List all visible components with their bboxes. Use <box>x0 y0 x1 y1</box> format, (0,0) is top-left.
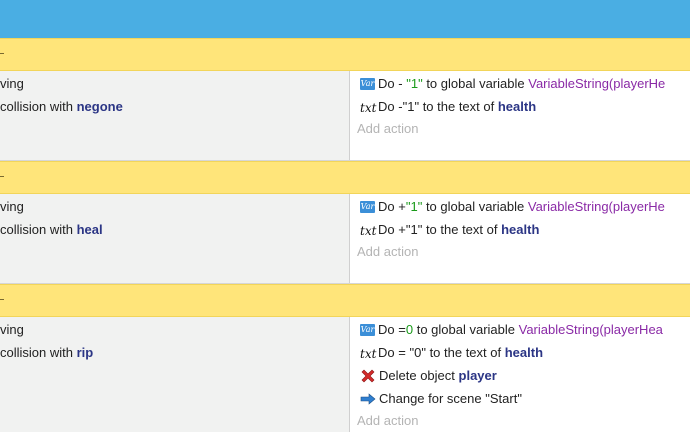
action-modify-text[interactable]: txt Do = "0" to the text of health <box>360 344 543 362</box>
top-toolbar <box>0 0 690 38</box>
text-icon: txt <box>360 346 377 361</box>
action-value: "1" <box>402 99 420 114</box>
action-value: "0" <box>409 345 426 360</box>
action-operator: = <box>398 345 406 360</box>
add-action-link[interactable]: Add action <box>357 120 418 138</box>
condition-text: ving <box>0 322 24 337</box>
variable-name: VariableString(playerHe <box>528 76 666 91</box>
action-object: health <box>504 345 544 360</box>
variable-name: VariableString(playerHe <box>527 199 665 214</box>
collapse-line <box>0 299 4 300</box>
variable-icon: Var <box>360 323 375 336</box>
actions-panel[interactable]: Var Do +"1" to global variable VariableSt… <box>351 194 690 283</box>
action-do: Do <box>378 99 395 114</box>
action-do: Do <box>378 76 395 91</box>
action-do: Do <box>378 322 395 337</box>
collision-object: heal <box>76 222 103 237</box>
action-delete-object[interactable]: Delete object player <box>360 367 497 385</box>
conditions-panel[interactable]: ving collision with heal <box>0 194 350 283</box>
action-value: "1" <box>405 199 423 214</box>
action-object: player <box>458 368 497 383</box>
variable-icon: Var <box>360 77 375 90</box>
action-text: to the text of <box>429 345 502 360</box>
collapse-line <box>0 53 4 54</box>
action-text: to global variable <box>416 322 515 337</box>
action-operator: - <box>398 76 403 91</box>
action-do: Do <box>378 222 395 237</box>
action-value: "1" <box>405 222 423 237</box>
action-text: to global variable <box>426 76 525 91</box>
condition-moving[interactable]: ving <box>0 198 24 216</box>
collapse-line <box>0 176 4 177</box>
action-change-scene[interactable]: Change for scene "Start" <box>360 390 522 408</box>
variable-icon: Var <box>360 200 375 213</box>
event-group-header[interactable] <box>0 284 690 317</box>
action-operator: + <box>398 222 406 237</box>
action-do: Do <box>378 345 395 360</box>
text-icon: txt <box>360 223 377 238</box>
action-text: Change for scene <box>379 391 482 406</box>
conditions-panel[interactable]: ving collision with rip <box>0 317 350 432</box>
actions-panel[interactable]: Var Do - "1" to global variable VariableS… <box>351 71 690 160</box>
condition-text: ving <box>0 199 24 214</box>
action-do: Do <box>378 199 395 214</box>
action-operator: + <box>398 199 406 214</box>
condition-text: ving <box>0 76 24 91</box>
action-text: to the text of <box>422 99 495 114</box>
condition-collision[interactable]: collision with rip <box>0 344 93 362</box>
action-modify-text[interactable]: txt Do -"1" to the text of health <box>360 98 536 116</box>
event-row[interactable]: ving collision with rip Var Do =0 to glob… <box>0 317 690 432</box>
action-object: health <box>497 99 537 114</box>
condition-text: collision with <box>0 345 73 360</box>
variable-name: VariableString(playerHea <box>518 322 663 337</box>
action-text: to the text of <box>425 222 498 237</box>
action-value: 0 <box>405 322 414 337</box>
delete-x-icon <box>360 368 376 386</box>
action-modify-variable[interactable]: Var Do +"1" to global variable VariableSt… <box>360 198 665 216</box>
arrow-right-icon <box>360 391 376 409</box>
event-row[interactable]: ving collision with heal Var Do +"1" to g… <box>0 194 690 284</box>
add-action-link[interactable]: Add action <box>357 412 418 430</box>
action-modify-text[interactable]: txt Do +"1" to the text of health <box>360 221 539 239</box>
action-text: to global variable <box>425 199 525 214</box>
action-object: health <box>501 222 540 237</box>
event-row[interactable]: ving collision with negone Var Do - "1" t… <box>0 71 690 161</box>
action-value: "1" <box>406 76 423 91</box>
add-action-link[interactable]: Add action <box>357 243 418 261</box>
action-operator: = <box>398 322 406 337</box>
event-group-header[interactable] <box>0 161 690 194</box>
condition-text: collision with <box>0 99 73 114</box>
action-modify-variable[interactable]: Var Do =0 to global variable VariableStri… <box>360 321 663 339</box>
conditions-panel[interactable]: ving collision with negone <box>0 71 350 160</box>
action-modify-variable[interactable]: Var Do - "1" to global variable VariableS… <box>360 75 665 93</box>
event-group-header[interactable] <box>0 38 690 71</box>
condition-text: collision with <box>0 222 73 237</box>
actions-panel[interactable]: Var Do =0 to global variable VariableStri… <box>351 317 690 432</box>
condition-collision[interactable]: collision with heal <box>0 221 103 239</box>
collision-object: rip <box>76 345 94 360</box>
condition-moving[interactable]: ving <box>0 75 24 93</box>
scene-name: "Start" <box>485 391 522 406</box>
action-text: Delete object <box>379 368 455 383</box>
text-icon: txt <box>360 100 377 115</box>
condition-collision[interactable]: collision with negone <box>0 98 123 116</box>
collision-object: negone <box>76 99 123 114</box>
condition-moving[interactable]: ving <box>0 321 24 339</box>
